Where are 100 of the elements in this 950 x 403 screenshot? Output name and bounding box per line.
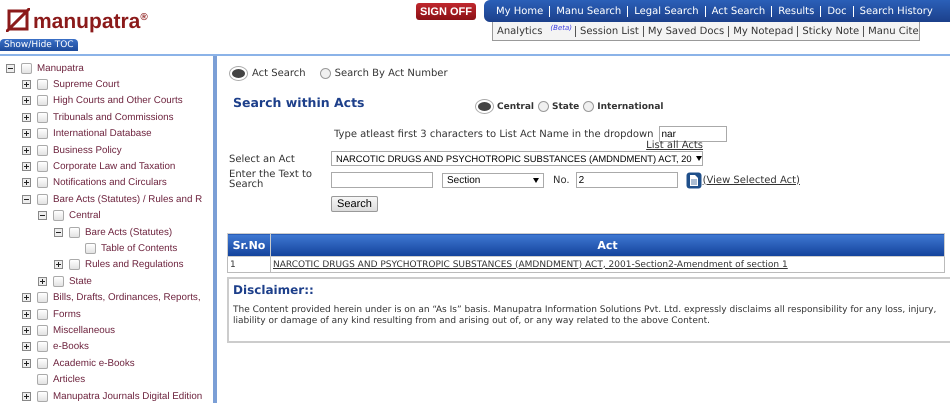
tree-item[interactable]: Business Policy	[53, 144, 122, 156]
act-filter-field[interactable]: nar	[658, 126, 726, 142]
expander-icon[interactable]	[22, 112, 31, 122]
radio-button[interactable]	[475, 99, 494, 114]
radio-button[interactable]	[538, 101, 550, 112]
expander-icon[interactable]	[22, 326, 31, 335]
submenu-link[interactable]: My Saved Docs	[642, 26, 728, 36]
menu-link[interactable]: Act Search	[704, 6, 772, 16]
tree-item[interactable]: Corporate Law and Taxation	[53, 161, 176, 172]
menu-link[interactable]: Search History	[852, 6, 939, 16]
tree-checkbox[interactable]	[37, 390, 48, 402]
expander-icon[interactable]	[22, 80, 31, 90]
tree-item[interactable]: Manupatra Journals Digital Edition	[53, 390, 202, 402]
act-dropdown[interactable]: NARCOTIC DRUGS AND PSYCHOTROPIC SUBSTANCES (AMDNDMENT) ACT, 20	[331, 151, 703, 166]
tree-item[interactable]: Tribunals and Commissions	[53, 112, 174, 123]
list-all-link[interactable]: List all Acts	[646, 140, 703, 151]
search-button[interactable]: Search	[331, 196, 378, 212]
expander-icon[interactable]	[22, 146, 31, 155]
expander-icon[interactable]	[38, 276, 47, 286]
radio-button[interactable]	[583, 101, 594, 112]
sign-off-button[interactable]: SIGN OFF	[416, 3, 476, 20]
tree-item[interactable]: Miscellaneous	[53, 324, 116, 336]
tree-checkbox[interactable]	[53, 210, 64, 222]
tree-checkbox[interactable]	[37, 324, 48, 336]
number-field[interactable]: 2	[576, 172, 678, 188]
expander-icon[interactable]	[54, 228, 63, 237]
tree-item[interactable]: State	[69, 276, 92, 287]
menu-link[interactable]: Manu Search	[549, 6, 628, 16]
tree-item[interactable]: Notifications and Circulars	[53, 177, 167, 188]
submenu-link[interactable]: Sticky Note	[797, 26, 864, 36]
expander-icon[interactable]	[38, 211, 47, 220]
expander-icon[interactable]	[22, 129, 31, 138]
submenu-link[interactable]: Session List	[575, 26, 643, 36]
toc-toggle-button[interactable]: Show/Hide TOC	[0, 39, 78, 51]
tree-item[interactable]: e-Books	[53, 341, 89, 352]
menu-link[interactable]: Results	[771, 6, 820, 16]
view-act-link[interactable]: (View Selected Act)	[702, 174, 800, 186]
tree-checkbox[interactable]	[37, 95, 48, 106]
submenu-link[interactable]: My Notepad	[728, 26, 798, 36]
tree-checkbox[interactable]	[37, 358, 48, 369]
tree-checkbox[interactable]	[37, 194, 48, 205]
radio-button[interactable]	[229, 66, 248, 81]
tree-checkbox[interactable]	[37, 79, 48, 90]
document-icon[interactable]	[686, 172, 702, 188]
radio-label[interactable]: State	[552, 102, 580, 112]
field-label: Select an Act	[229, 154, 296, 165]
tree-checkbox[interactable]	[37, 177, 48, 188]
unit-dropdown[interactable]: Section	[442, 172, 544, 188]
expander-icon[interactable]	[22, 178, 31, 188]
expander-icon[interactable]	[22, 194, 31, 204]
tree-checkbox[interactable]	[37, 374, 48, 386]
tree-item[interactable]: Bare Acts (Statutes)	[85, 226, 172, 238]
table-cell: 1	[230, 260, 236, 270]
expander-icon[interactable]	[54, 260, 63, 270]
radio-label[interactable]: Central	[497, 102, 534, 112]
tree-item[interactable]: Table of Contents	[101, 242, 178, 254]
tree-item[interactable]: Forms	[53, 308, 81, 320]
tree-checkbox[interactable]	[69, 226, 80, 238]
tree-item[interactable]: Bills, Drafts, Ordinances, Reports,	[53, 292, 201, 304]
tree-checkbox[interactable]	[37, 308, 48, 320]
expander-icon[interactable]	[22, 392, 31, 400]
tree-checkbox[interactable]	[53, 276, 64, 287]
tree-item[interactable]: Academic e-Books	[53, 358, 135, 369]
logo-icon	[6, 8, 30, 32]
expander-icon[interactable]	[22, 310, 31, 319]
expander-icon[interactable]	[22, 96, 31, 106]
tree-checkbox[interactable]	[37, 341, 48, 352]
expander-icon[interactable]	[6, 64, 15, 73]
tree-checkbox[interactable]	[21, 62, 32, 74]
tree-checkbox[interactable]	[37, 128, 48, 140]
submenu-link[interactable]: Manu Cite	[863, 26, 923, 36]
submenu-link[interactable]: Analytics	[497, 26, 546, 36]
tree-item[interactable]: International Database	[53, 128, 152, 140]
expander-icon[interactable]	[22, 358, 31, 368]
tree-checkbox[interactable]	[69, 259, 80, 270]
tree-checkbox[interactable]	[37, 144, 48, 156]
tree-item[interactable]: Central	[69, 210, 101, 222]
radio-button[interactable]	[320, 68, 331, 79]
menu-link[interactable]: My Home	[490, 6, 550, 16]
radio-label[interactable]: International	[597, 102, 664, 112]
tree-item[interactable]: Manupatra	[37, 62, 84, 74]
expander-icon[interactable]	[22, 162, 31, 172]
menu-link[interactable]: Legal Search	[627, 6, 705, 16]
tree-item[interactable]: Articles	[53, 374, 86, 386]
disclaimer-title: Disclaimer::	[233, 283, 315, 297]
tree-item[interactable]: Bare Acts (Statutes) / Rules and R	[53, 194, 202, 205]
menu-link[interactable]: Doc	[820, 6, 853, 16]
column-header: Act	[270, 234, 944, 256]
expander-icon[interactable]	[22, 293, 31, 302]
tree-checkbox[interactable]	[37, 161, 48, 172]
radio-label[interactable]: Search By Act Number	[334, 68, 448, 79]
tree-item[interactable]: Rules and Regulations	[85, 259, 184, 270]
tree-item[interactable]: Supreme Court	[53, 79, 120, 90]
tree-checkbox[interactable]	[37, 292, 48, 304]
radio-label[interactable]: Act Search	[252, 68, 306, 79]
tree-checkbox[interactable]	[85, 242, 96, 254]
tree-checkbox[interactable]	[37, 112, 48, 123]
expander-icon[interactable]	[22, 342, 31, 352]
search-text-field[interactable]	[331, 172, 433, 188]
tree-item[interactable]: High Courts and Other Courts	[53, 95, 183, 106]
